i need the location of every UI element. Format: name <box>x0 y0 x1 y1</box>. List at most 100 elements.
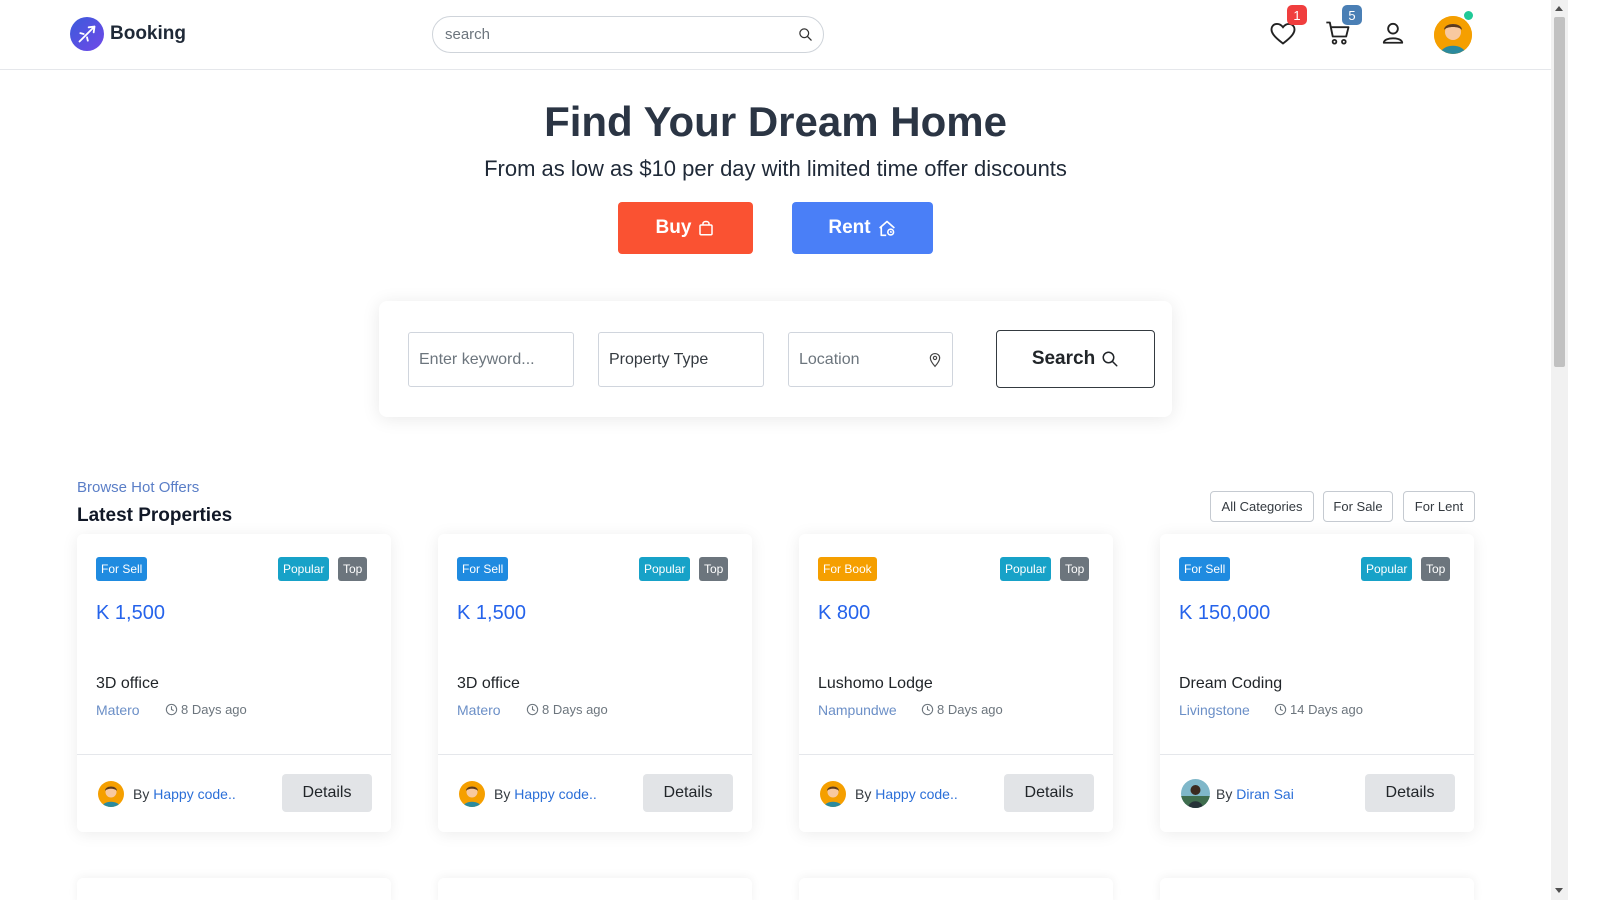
rent-button-label: Rent <box>828 217 871 238</box>
wishlist-button[interactable]: 1 <box>1268 5 1307 48</box>
property-name[interactable]: 3D office <box>96 675 159 693</box>
brand-logo[interactable]: Booking <box>70 17 186 51</box>
property-card-partial <box>438 878 752 900</box>
popular-badge: Popular <box>639 557 691 581</box>
search-icon <box>1102 351 1118 367</box>
property-type-value: Property Type <box>609 350 709 368</box>
popular-badge: Popular <box>1000 557 1052 581</box>
page-scrollbar[interactable] <box>1551 0 1568 900</box>
search-button-label: Search <box>1031 348 1096 369</box>
author-line: By Happy code.. <box>494 786 597 802</box>
tab-for-lent[interactable]: For Lent <box>1403 491 1475 522</box>
author-link[interactable]: Happy code.. <box>153 786 236 802</box>
listing-type-badge: For Book <box>818 557 877 581</box>
header-search-input[interactable] <box>445 26 795 43</box>
property-price: K 800 <box>818 602 871 624</box>
details-button[interactable]: Details <box>282 774 372 812</box>
property-card[interactable]: For Sell Popular Top K 150,000 Dream Cod… <box>1160 534 1474 832</box>
property-search-panel: Enter keyword... Property Type Location … <box>379 301 1172 417</box>
property-location[interactable]: Livingstone <box>1179 702 1250 718</box>
property-name[interactable]: Lushomo Lodge <box>818 675 933 693</box>
header-search <box>432 16 824 53</box>
property-location[interactable]: Matero <box>96 702 140 718</box>
keyword-placeholder: Enter keyword... <box>419 350 535 368</box>
card-divider <box>799 754 1113 755</box>
author-link[interactable]: Happy code.. <box>875 786 958 802</box>
wishlist-badge: 1 <box>1287 5 1307 25</box>
author-line: By Happy code.. <box>855 786 958 802</box>
by-label: By <box>1216 786 1233 802</box>
author-line: By Diran Sai <box>1216 786 1294 802</box>
section-eyebrow: Browse Hot Offers <box>77 479 200 496</box>
property-card[interactable]: For Sell Popular Top K 1,500 3D office M… <box>438 534 752 832</box>
posted-time: 14 Days ago <box>1274 702 1363 717</box>
by-label: By <box>855 786 872 802</box>
scroll-thumb[interactable] <box>1554 17 1565 367</box>
author-link[interactable]: Diran Sai <box>1236 786 1294 802</box>
details-button[interactable]: Details <box>1004 774 1094 812</box>
house-key-icon <box>878 220 895 237</box>
online-status-dot <box>1464 11 1473 20</box>
account-button[interactable] <box>1378 18 1408 48</box>
location-field[interactable]: Location <box>788 332 953 387</box>
hero-title: Find Your Dream Home <box>544 98 1007 145</box>
scroll-down-arrow[interactable] <box>1555 888 1563 893</box>
listing-type-badge: For Sell <box>457 557 509 581</box>
by-label: By <box>133 786 150 802</box>
author-line: By Happy code.. <box>133 786 236 802</box>
author-avatar <box>1181 779 1210 808</box>
keyword-field[interactable]: Enter keyword... <box>408 332 574 387</box>
scroll-up-arrow[interactable] <box>1555 6 1563 11</box>
profile-avatar[interactable] <box>1434 16 1472 54</box>
property-name[interactable]: 3D office <box>457 675 520 693</box>
buy-button-label: Buy <box>655 217 692 238</box>
section-title: Latest Properties <box>77 505 233 526</box>
property-name[interactable]: Dream Coding <box>1179 675 1282 693</box>
map-pin-icon <box>929 352 941 368</box>
listing-type-badge: For Sell <box>1179 557 1231 581</box>
author-avatar <box>98 781 124 807</box>
top-badge: Top <box>1421 557 1451 581</box>
clock-icon <box>165 703 178 716</box>
details-button[interactable]: Details <box>1365 774 1455 812</box>
user-icon <box>1382 22 1404 44</box>
property-type-select[interactable]: Property Type <box>598 332 764 387</box>
tab-for-sale[interactable]: For Sale <box>1323 491 1393 522</box>
cart-button[interactable]: 5 <box>1323 5 1362 48</box>
property-price: K 1,500 <box>457 602 526 624</box>
cart-badge: 5 <box>1342 5 1362 25</box>
property-price: K 1,500 <box>96 602 165 624</box>
rent-button[interactable]: Rent <box>792 202 933 254</box>
search-icon[interactable] <box>795 25 815 45</box>
posted-time: 8 Days ago <box>921 702 1003 717</box>
property-location[interactable]: Matero <box>457 702 501 718</box>
brand-name: Booking <box>110 23 186 44</box>
clock-icon <box>921 703 934 716</box>
property-card[interactable]: For Sell Popular Top K 1,500 3D office M… <box>77 534 391 832</box>
posted-time: 8 Days ago <box>526 702 608 717</box>
details-button[interactable]: Details <box>643 774 733 812</box>
top-badge: Top <box>338 557 368 581</box>
top-navbar: Booking 1 5 <box>0 0 1568 70</box>
property-card-partial <box>77 878 391 900</box>
search-button[interactable]: Search <box>996 330 1155 388</box>
posted-time-label: 8 Days ago <box>181 702 247 717</box>
clock-icon <box>526 703 539 716</box>
posted-time-label: 8 Days ago <box>937 702 1003 717</box>
by-label: By <box>494 786 511 802</box>
top-badge: Top <box>699 557 729 581</box>
property-price: K 150,000 <box>1179 602 1271 624</box>
property-card[interactable]: For Book Popular Top K 800 Lushomo Lodge… <box>799 534 1113 832</box>
author-avatar <box>459 781 485 807</box>
author-link[interactable]: Happy code.. <box>514 786 597 802</box>
shopping-bag-icon <box>699 220 714 236</box>
hero-subtitle: From as low as $10 per day with limited … <box>484 156 1067 181</box>
popular-badge: Popular <box>278 557 330 581</box>
buy-button[interactable]: Buy <box>618 202 753 254</box>
property-location[interactable]: Nampundwe <box>818 702 897 718</box>
tab-all-categories[interactable]: All Categories <box>1210 491 1314 522</box>
card-divider <box>1160 754 1474 755</box>
location-placeholder: Location <box>799 350 860 368</box>
property-card-partial <box>799 878 1113 900</box>
top-badge: Top <box>1060 557 1090 581</box>
